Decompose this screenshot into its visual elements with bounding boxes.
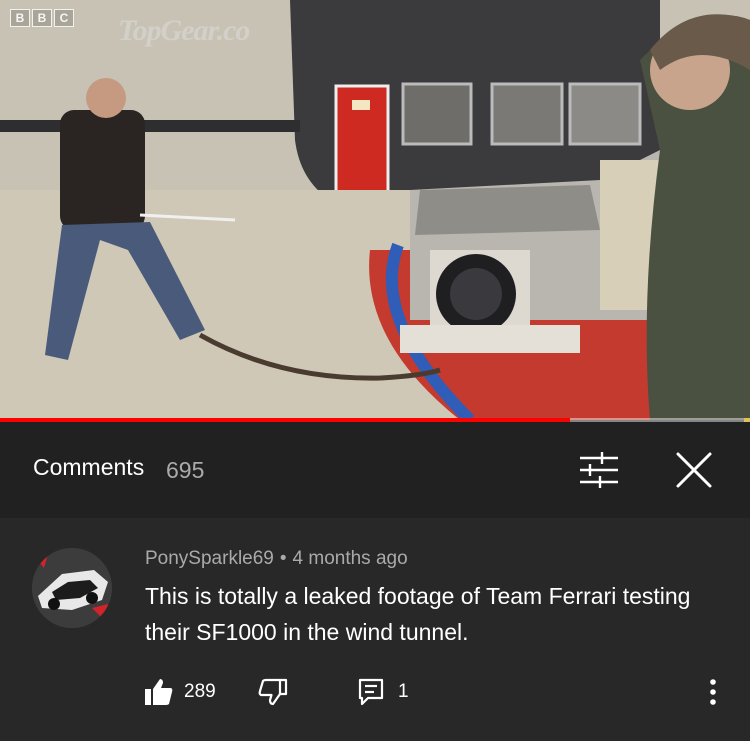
meta-separator: • — [279, 548, 287, 569]
more-vertical-icon — [710, 679, 716, 705]
avatar[interactable] — [32, 548, 112, 628]
sort-button[interactable] — [574, 448, 624, 492]
comment-text: This is totally a leaked footage of Team… — [145, 583, 691, 645]
bbc-logo-letter: C — [54, 9, 74, 27]
video-frame — [0, 0, 750, 420]
video-player[interactable]: B B C TopGear.co — [0, 0, 750, 420]
more-options-button[interactable] — [700, 668, 726, 716]
reply-count: 1 — [398, 681, 409, 702]
comment-item: PonySparkle69 • 4 months ago This is total… — [0, 518, 750, 741]
thumbs-up-icon — [145, 679, 173, 705]
bbc-logo: B B C — [10, 9, 74, 27]
comment-author[interactable]: PonySparkle69 — [145, 548, 274, 569]
avatar-image — [32, 548, 112, 628]
reply-button[interactable]: 1 — [358, 668, 409, 716]
sort-sliders-icon — [580, 452, 618, 488]
dislike-button[interactable] — [256, 668, 288, 716]
comment-actions: 289 1 — [0, 668, 750, 716]
like-button[interactable]: 289 — [144, 668, 216, 716]
close-icon — [676, 452, 712, 488]
like-count: 289 — [184, 681, 216, 702]
comments-count: 695 — [166, 457, 205, 483]
thumbs-down-icon — [258, 678, 288, 706]
bbc-logo-letter: B — [32, 9, 52, 27]
reply-icon — [358, 678, 384, 706]
comment-meta: PonySparkle69 • 4 months ago — [145, 548, 408, 570]
comments-title: Comments — [33, 454, 145, 480]
bbc-logo-letter: B — [10, 9, 30, 27]
topgear-watermark: TopGear.co — [118, 14, 250, 47]
comments-header: Comments 695 — [0, 422, 750, 518]
close-comments-button[interactable] — [670, 446, 718, 494]
comment-time: 4 months ago — [292, 548, 408, 569]
